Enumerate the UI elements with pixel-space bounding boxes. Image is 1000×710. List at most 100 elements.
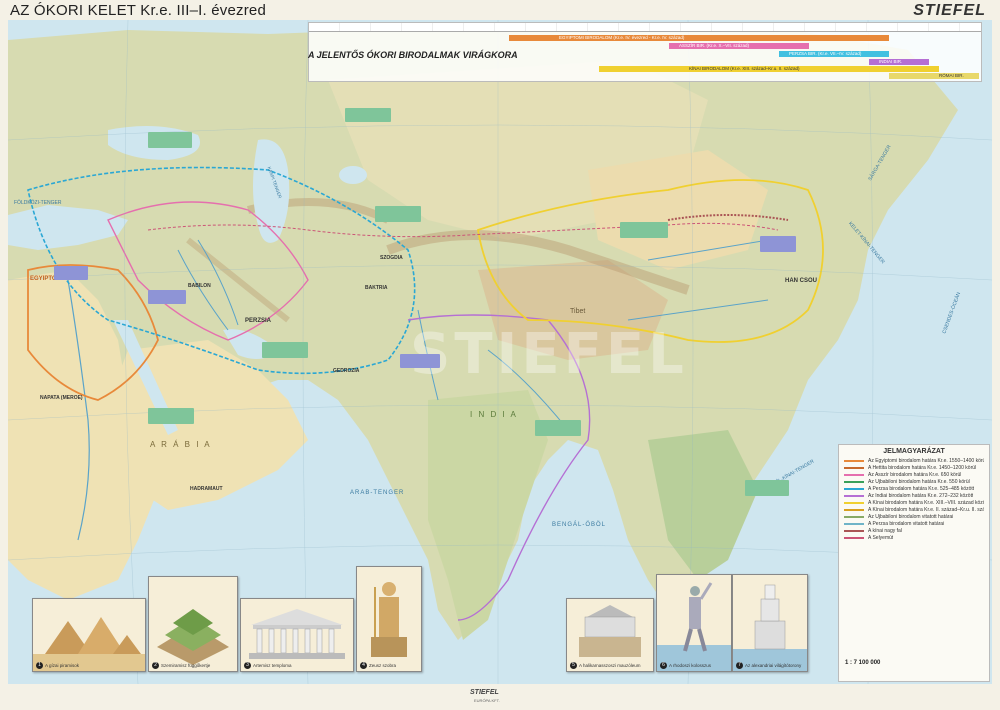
region-label-napata: NAPATA (MEROE) bbox=[40, 395, 83, 401]
legend-text: A Kínai birodalom határa Kr.e. XIII.–VII… bbox=[868, 499, 984, 506]
region-label-gedrosia: GEDROZIA bbox=[333, 368, 360, 374]
wonder-number: 4 bbox=[360, 662, 367, 669]
legend-swatch bbox=[844, 529, 864, 532]
wonder-label: Szemiramisz függőkertje bbox=[161, 663, 211, 668]
region-label-persia: PERZSIA bbox=[245, 318, 272, 324]
map-annotation-box bbox=[148, 290, 186, 304]
timeline-title: A JELENTŐS ÓKORI BIRODALMAK VIRÁGKORA bbox=[308, 50, 518, 60]
legend-text: Az Egyiptomi birodalom határa Kr.e. 1550… bbox=[868, 457, 984, 464]
legend-swatch bbox=[844, 494, 864, 497]
zeus-illustration bbox=[357, 567, 421, 671]
region-label-han: HAN CSOU bbox=[785, 278, 818, 284]
timeline-bar: EGYIPTOMI BIRODALOM (Kr.e. IV. évezred -… bbox=[509, 35, 889, 41]
legend-swatch bbox=[844, 473, 864, 476]
pyramids-illustration bbox=[33, 599, 145, 671]
legend-swatch bbox=[844, 515, 864, 518]
legend-item: A Perzsa birodalom vitatott határai bbox=[839, 520, 989, 527]
region-label-babylon: BABILON bbox=[188, 283, 211, 289]
lighthouse-illustration bbox=[733, 575, 807, 671]
wonder-label: A halikarnasszoszi mauzóleum bbox=[579, 663, 641, 668]
region-label-arabia: A R Á B I A bbox=[150, 440, 212, 449]
wonder-number: 6 bbox=[660, 662, 667, 669]
legend-text: A kínai nagy fal bbox=[868, 527, 902, 534]
wonder-label: Az alexandriai világítótorony bbox=[745, 663, 802, 668]
wonder-number: 3 bbox=[244, 662, 251, 669]
wonder-number: 7 bbox=[736, 662, 743, 669]
sea-label-arab: ARAB-TENGER bbox=[350, 490, 405, 496]
timeline-bar: RÓMAI BIR. bbox=[889, 73, 979, 79]
map-annotation-box bbox=[54, 266, 88, 280]
wonder-card-artemis-temple: 3 Artemisz temploma bbox=[240, 598, 354, 672]
legend-panel: JELMAGYARÁZAT Az Egyiptomi birodalom hat… bbox=[838, 444, 990, 682]
footer-sub: EURÓPA KFT. bbox=[474, 698, 500, 703]
legend-text: A Perzsa birodalom vitatott határai bbox=[868, 520, 945, 527]
legend-swatch bbox=[844, 522, 864, 525]
wonder-number: 2 bbox=[152, 662, 159, 669]
map-scale: 1 : 7 100 000 bbox=[845, 660, 881, 666]
legend-item: Az Újbabiloni birodalom határa Kr.e. 550… bbox=[839, 478, 989, 485]
legend-text: A Perzsa birodalom határa Kr.e. 525–485 … bbox=[868, 485, 975, 492]
timeline-bar: INDIAI BIR. bbox=[869, 59, 929, 65]
mausoleum-illustration bbox=[567, 599, 653, 671]
legend-item: A Selyemút bbox=[839, 534, 989, 541]
timeline-bar: KÍNAI BIRODALOM (Kr.e. XIII. század–Kr.u… bbox=[599, 66, 939, 72]
map-title: AZ ÓKORI KELET Kr.e. III–I. évezred bbox=[10, 2, 266, 19]
region-label-hadramaut: HADRAMAUT bbox=[190, 486, 223, 492]
legend-swatch bbox=[844, 536, 864, 539]
colossus-illustration bbox=[657, 575, 731, 671]
legend-swatch bbox=[844, 459, 864, 462]
region-label-tibet: Tibet bbox=[570, 308, 586, 315]
map-annotation-box bbox=[345, 108, 391, 122]
timeline-bar: PERZSA BIR. (Kr.e. VII.–IV. század) bbox=[779, 51, 889, 57]
wonder-label: A gízai piramisok bbox=[45, 663, 80, 668]
wonder-label: A rhodoszi kolosszus bbox=[669, 663, 712, 668]
legend-item: A Kínai birodalom határa Kr.e. XIII.–VII… bbox=[839, 499, 989, 506]
legend-text: A Hettita birodalom határa Kr.e. 1450–12… bbox=[868, 464, 977, 471]
legend-swatch bbox=[844, 466, 864, 469]
legend-item: Az Újbabiloni birodalom vitatott határai bbox=[839, 513, 989, 520]
wonder-card-hanging-gardens: 2 Szemiramisz függőkertje bbox=[148, 576, 238, 672]
watermark: STIEFEL bbox=[410, 322, 688, 387]
wonder-label: Artemisz temploma bbox=[253, 663, 292, 668]
publisher-logo: STIEFEL bbox=[913, 2, 986, 19]
legend-item: Az Asszír birodalom határa Kr.e. 650 kör… bbox=[839, 471, 989, 478]
map-annotation-box bbox=[400, 354, 440, 368]
legend-swatch bbox=[844, 487, 864, 490]
legend-item: A Kínai birodalom határa Kr.e. II. száza… bbox=[839, 506, 989, 513]
wonder-number: 5 bbox=[570, 662, 577, 669]
wonder-card-mausoleum: 5A halikarnasszoszi mauzóleum bbox=[566, 598, 654, 672]
wall-map-frame: { "map": { "title": "AZ ÓKORI KELET Kr.e… bbox=[0, 0, 1000, 710]
map-annotation-box bbox=[148, 408, 194, 424]
map-annotation-box bbox=[262, 342, 308, 358]
gardens-illustration bbox=[149, 577, 237, 671]
map-annotation-box bbox=[745, 480, 789, 496]
legend-title: JELMAGYARÁZAT bbox=[883, 448, 945, 455]
legend-text: Az Indiai birodalom határa Kr.e. 272–232… bbox=[868, 492, 974, 499]
region-label-india: I N D I A bbox=[470, 410, 518, 419]
legend-item: Az Egyiptomi birodalom határa Kr.e. 1550… bbox=[839, 457, 989, 464]
region-label-bactria: BAKTRIA bbox=[365, 285, 388, 291]
legend-rows: Az Egyiptomi birodalom határa Kr.e. 1550… bbox=[839, 457, 989, 541]
legend-text: Az Újbabiloni birodalom határa Kr.e. 550… bbox=[868, 478, 970, 485]
timeline-bar: ASSZÍR BIR. (Kr.e. X.–VII. század) bbox=[669, 43, 809, 49]
wonder-card-pyramids: 1A gízai piramisok bbox=[32, 598, 146, 672]
region-label-sogdia: SZOGDIA bbox=[380, 255, 403, 261]
wonder-card-lighthouse: 7 Az alexandriai világítótorony bbox=[732, 574, 808, 672]
wonder-number: 1 bbox=[36, 662, 43, 669]
wonder-card-zeus-statue: 4 Zeusz szobra bbox=[356, 566, 422, 672]
legend-text: A Selyemút bbox=[868, 534, 894, 541]
map-annotation-box bbox=[760, 236, 796, 252]
legend-item: A Hettita birodalom határa Kr.e. 1450–12… bbox=[839, 464, 989, 471]
temple-illustration bbox=[241, 599, 353, 671]
legend-swatch bbox=[844, 480, 864, 483]
sea-label-bengal: BENGÁL-ÖBÖL bbox=[552, 522, 607, 528]
legend-swatch bbox=[844, 501, 864, 504]
legend-item: Az Indiai birodalom határa Kr.e. 272–232… bbox=[839, 492, 989, 499]
map-annotation-box bbox=[620, 222, 668, 238]
wonder-card-colossus: 6A rhodoszi kolosszus bbox=[656, 574, 732, 672]
legend-item: A Perzsa birodalom határa Kr.e. 525–485 … bbox=[839, 485, 989, 492]
wonder-label: Zeusz szobra bbox=[369, 663, 397, 668]
footer-publisher: STIEFEL bbox=[470, 689, 499, 696]
map-annotation-box bbox=[535, 420, 581, 436]
legend-item: A kínai nagy fal bbox=[839, 527, 989, 534]
